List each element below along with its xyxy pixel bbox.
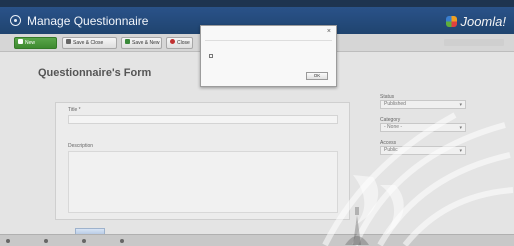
save-close-label: Save & Close	[73, 40, 104, 46]
check-icon	[18, 39, 23, 44]
new-button[interactable]: New	[14, 37, 57, 49]
joomla-logo-icon	[10, 15, 21, 26]
brand-name: Joomla!	[460, 14, 506, 29]
description-label: Description	[68, 143, 94, 149]
status-field: Status Published ▾	[380, 94, 470, 117]
status-bar	[0, 234, 514, 246]
title-input[interactable]	[68, 115, 338, 124]
category-value: - None -	[384, 124, 403, 130]
footer-item[interactable]	[6, 237, 12, 245]
form-heading: Questionnaire's Form	[38, 67, 152, 79]
user-icon	[44, 238, 48, 243]
category-field: Category - None - ▾	[380, 117, 470, 140]
browser-top-strip	[0, 0, 514, 7]
save-new-label: Save & New	[132, 40, 160, 46]
dialog-ok-button[interactable]: OK	[306, 72, 328, 80]
checkbox-icon	[209, 53, 213, 58]
joomla-brand-icon	[446, 16, 458, 27]
admin-icon	[82, 238, 86, 243]
details-sidebar: Status Published ▾ Category - None - ▾ Acc…	[380, 94, 470, 163]
main-form-panel: Title * Description	[55, 102, 350, 220]
eye-icon	[6, 238, 10, 243]
dialog-divider	[205, 40, 332, 41]
footer-item[interactable]	[82, 237, 88, 245]
close-icon	[170, 39, 175, 44]
brand-logo[interactable]: Joomla!	[446, 14, 506, 29]
save-icon	[66, 39, 71, 44]
close-label: Close	[177, 40, 190, 46]
description-editor[interactable]	[68, 151, 338, 213]
chevron-down-icon: ▾	[459, 125, 462, 131]
footer-item[interactable]	[120, 237, 126, 245]
page-title: Manage Questionnaire	[27, 14, 149, 28]
access-select[interactable]: Public ▾	[380, 146, 466, 155]
toolbar-help-area[interactable]	[444, 39, 504, 46]
dialog-checkbox[interactable]	[209, 53, 215, 58]
new-button-label: New	[25, 40, 36, 46]
alert-dialog: × OK	[200, 25, 337, 87]
access-field: Access Public ▾	[380, 140, 470, 163]
status-select[interactable]: Published ▾	[380, 100, 466, 109]
save-close-button[interactable]: Save & Close	[62, 37, 117, 49]
chevron-down-icon: ▾	[459, 102, 462, 108]
footer-item[interactable]	[44, 237, 50, 245]
chevron-down-icon: ▾	[459, 148, 462, 154]
close-icon[interactable]: ×	[327, 28, 331, 35]
title-label: Title *	[68, 107, 81, 113]
status-value: Published	[384, 101, 406, 107]
plus-icon	[125, 39, 130, 44]
close-button[interactable]: Close	[166, 37, 193, 49]
save-new-button[interactable]: Save & New	[121, 37, 162, 49]
category-select[interactable]: - None - ▾	[380, 123, 466, 132]
message-icon	[120, 238, 124, 243]
access-value: Public	[384, 147, 398, 153]
